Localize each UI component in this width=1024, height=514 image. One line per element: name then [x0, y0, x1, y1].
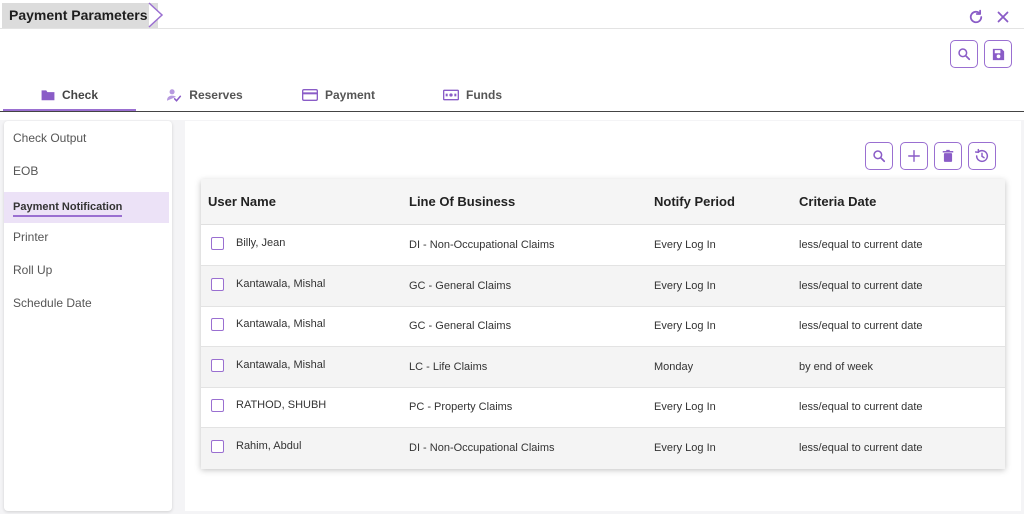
- column-header-notify-period[interactable]: Notify Period: [654, 179, 735, 225]
- tab-reserves[interactable]: Reserves: [138, 78, 271, 112]
- user-check-icon: [167, 89, 182, 102]
- row-checkbox[interactable]: [211, 318, 224, 331]
- sidebar-item-roll-up[interactable]: Roll Up: [4, 255, 169, 286]
- add-button[interactable]: [900, 142, 928, 170]
- sidebar-item-payment-notification[interactable]: Payment Notification: [4, 192, 169, 223]
- credit-card-icon: [301, 89, 318, 101]
- sidebar-item-printer[interactable]: Printer: [4, 222, 169, 253]
- cell-criteria-date: less/equal to current date: [799, 401, 923, 413]
- cell-criteria-date: less/equal to current date: [799, 442, 923, 454]
- sidebar-item-label: EOB: [13, 164, 39, 178]
- cell-notify-period: Every Log In: [654, 401, 716, 413]
- page-title: Payment Parameters: [2, 3, 158, 28]
- tab-funds[interactable]: Funds: [406, 78, 539, 112]
- cell-line-of-business: LC - Life Claims: [409, 361, 488, 373]
- delete-button[interactable]: [934, 142, 962, 170]
- main-panel: User Name Line Of Business Notify Period…: [185, 121, 1021, 511]
- notification-table: User Name Line Of Business Notify Period…: [201, 179, 1005, 469]
- tab-bar: Check Reserves Payment Funds: [0, 78, 1024, 112]
- cell-notify-period: Every Log In: [654, 280, 716, 292]
- cell-line-of-business: GC - General Claims: [409, 320, 512, 332]
- cell-criteria-date: less/equal to current date: [799, 320, 923, 332]
- save-icon: [992, 48, 1004, 60]
- row-checkbox[interactable]: [211, 278, 224, 291]
- cell-user-name: Kantawala, Mishal: [236, 359, 326, 371]
- cell-notify-period: Every Log In: [654, 239, 716, 251]
- sidebar-item-label: Check Output: [13, 131, 87, 145]
- tab-label: Funds: [466, 88, 502, 102]
- sidebar: Check Output EOB Payment Notification Pr…: [4, 121, 172, 511]
- cell-user-name: Kantawala, Mishal: [236, 278, 326, 290]
- cell-criteria-date: less/equal to current date: [799, 239, 923, 251]
- table-row[interactable]: Rahim, Abdul DI - Non-Occupational Claim…: [201, 428, 1005, 469]
- cell-notify-period: Monday: [654, 361, 694, 373]
- tab-payment[interactable]: Payment: [272, 78, 405, 112]
- money-icon: [443, 89, 459, 101]
- trash-icon: [942, 149, 954, 162]
- table-row[interactable]: Kantawala, Mishal GC - General Claims Ev…: [201, 266, 1005, 307]
- cell-user-name: Kantawala, Mishal: [236, 318, 326, 330]
- sidebar-item-label: Payment Notification: [13, 201, 123, 217]
- close-icon[interactable]: [994, 8, 1012, 26]
- sidebar-item-label: Schedule Date: [13, 296, 92, 310]
- table-header: User Name Line Of Business Notify Period…: [201, 179, 1005, 225]
- tab-check[interactable]: Check: [3, 78, 136, 112]
- cell-user-name: Billy, Jean: [236, 237, 286, 249]
- cell-criteria-date: by end of week: [799, 361, 873, 373]
- tab-label: Reserves: [189, 88, 243, 102]
- row-checkbox[interactable]: [211, 399, 224, 412]
- tab-label: Payment: [324, 88, 376, 102]
- history-icon: [974, 148, 989, 163]
- refresh-icon[interactable]: [967, 8, 985, 26]
- search-icon: [873, 150, 886, 163]
- header-search-button[interactable]: [950, 40, 978, 68]
- table-row[interactable]: RATHOD, SHUBH PC - Property Claims Every…: [201, 387, 1005, 428]
- table-row[interactable]: Kantawala, Mishal GC - General Claims Ev…: [201, 306, 1005, 347]
- column-header-line-of-business[interactable]: Line Of Business: [409, 179, 515, 225]
- sidebar-item-schedule-date[interactable]: Schedule Date: [4, 288, 169, 319]
- title-divider: [0, 28, 1024, 29]
- row-checkbox[interactable]: [211, 440, 224, 453]
- cell-line-of-business: DI - Non-Occupational Claims: [409, 442, 555, 454]
- sidebar-item-eob[interactable]: EOB: [4, 156, 169, 187]
- cell-line-of-business: GC - General Claims: [409, 280, 512, 292]
- plus-icon: [908, 150, 920, 162]
- title-chevron-shape: [148, 2, 164, 28]
- cell-user-name: RATHOD, SHUBH: [236, 399, 327, 411]
- grid-search-button[interactable]: [865, 142, 893, 170]
- tabs-divider: [0, 111, 1024, 112]
- folder-icon: [41, 90, 55, 101]
- history-button[interactable]: [968, 142, 996, 170]
- sidebar-item-check-output[interactable]: Check Output: [4, 123, 169, 154]
- cell-line-of-business: DI - Non-Occupational Claims: [409, 239, 555, 251]
- tab-label: Check: [61, 88, 99, 102]
- column-header-criteria-date[interactable]: Criteria Date: [799, 179, 876, 225]
- sidebar-item-label: Roll Up: [13, 263, 53, 277]
- save-button[interactable]: [984, 40, 1012, 68]
- header: Payment Parameters Check Reserves Paymen…: [0, 0, 1024, 120]
- cell-user-name: Rahim, Abdul: [236, 440, 302, 452]
- cell-notify-period: Every Log In: [654, 442, 716, 454]
- sidebar-item-label: Printer: [13, 230, 49, 244]
- row-checkbox[interactable]: [211, 237, 224, 250]
- search-icon: [958, 48, 971, 61]
- cell-notify-period: Every Log In: [654, 320, 716, 332]
- row-checkbox[interactable]: [211, 359, 224, 372]
- column-header-user-name[interactable]: User Name: [208, 179, 276, 225]
- cell-criteria-date: less/equal to current date: [799, 280, 923, 292]
- cell-line-of-business: PC - Property Claims: [409, 401, 513, 413]
- table-row[interactable]: Kantawala, Mishal LC - Life Claims Monda…: [201, 347, 1005, 388]
- table-row[interactable]: Billy, Jean DI - Non-Occupational Claims…: [201, 225, 1005, 266]
